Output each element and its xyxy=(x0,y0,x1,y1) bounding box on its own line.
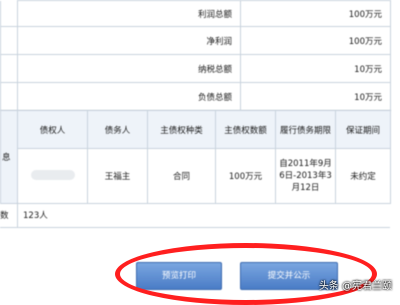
guarantee-section-label: 息 xyxy=(0,110,18,204)
total-tax-value: 10万元 xyxy=(240,54,391,83)
header-term: 履行债务期限 xyxy=(275,110,336,149)
claim-type-cell: 合同 xyxy=(147,148,216,204)
header-claim-amount: 主债权数额 xyxy=(215,110,276,149)
watermark: 头条 @宪君兰颐 xyxy=(318,281,392,292)
debtor-cell: 王福主 xyxy=(87,148,148,204)
header-guarantee-period: 保证期间 xyxy=(335,110,391,149)
table-row: 王福主 合同 100万元 自2011年9月6日-2013年3月12日 未约定 xyxy=(1,148,391,204)
term-cell: 自2011年9月6日-2013年3月12日 xyxy=(275,148,336,204)
redacted-blur xyxy=(30,169,75,180)
employee-row: 数 123人 xyxy=(0,203,390,228)
claim-amount-cell: 100万元 xyxy=(215,148,276,204)
guarantee-period-cell: 未约定 xyxy=(335,148,391,204)
financial-table: 利润总额 100万元 净利润 100万元 纳税总额 10万元 负债总额 10万元 xyxy=(0,0,391,111)
header-claim-type: 主债权种类 xyxy=(147,110,216,149)
total-tax-label: 纳税总额 xyxy=(17,54,241,83)
creditor-cell xyxy=(17,148,88,204)
employee-label: 数 xyxy=(0,211,9,221)
total-profit-label: 利润总额 xyxy=(17,0,241,27)
net-profit-label: 净利润 xyxy=(17,26,241,55)
red-highlight-annotation xyxy=(115,243,377,305)
total-debt-value: 10万元 xyxy=(240,82,391,111)
header-debtor: 债务人 xyxy=(87,110,148,149)
employee-count: 123人 xyxy=(23,211,48,221)
total-profit-value: 100万元 xyxy=(240,0,391,27)
divider xyxy=(17,203,18,227)
header-creditor: 债权人 xyxy=(17,110,88,149)
net-profit-value: 100万元 xyxy=(240,26,391,55)
guarantee-table: 息 债权人 债务人 主债权种类 主债权数额 履行债务期限 保证期间 王福主 合同… xyxy=(0,110,391,204)
total-debt-label: 负债总额 xyxy=(17,82,241,111)
